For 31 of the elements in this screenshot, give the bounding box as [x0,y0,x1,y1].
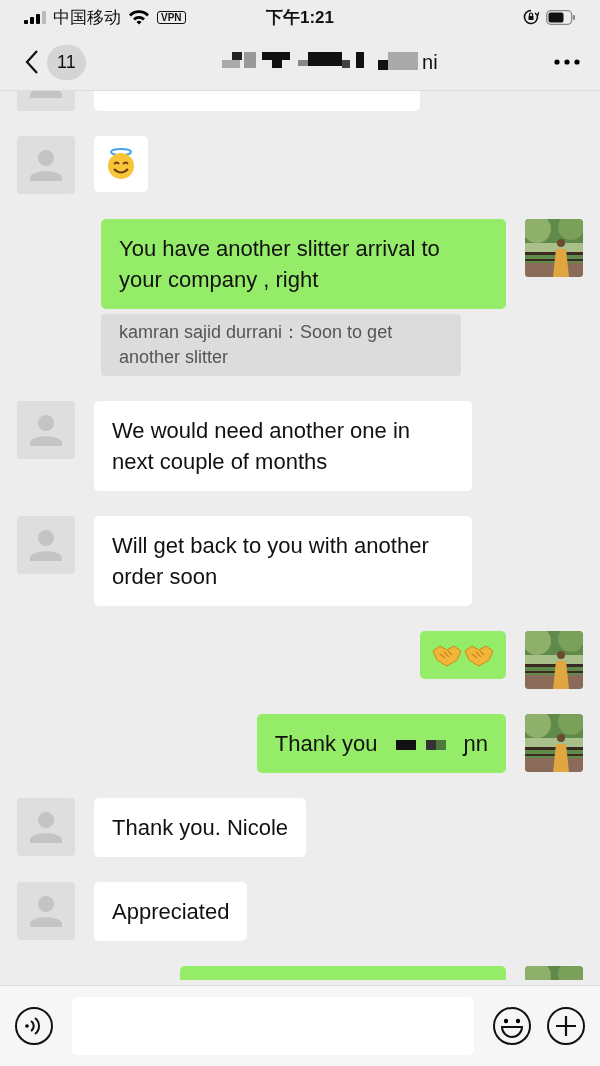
clock-time: 下午1:21 [266,6,334,29]
battery-icon [546,9,576,25]
rotation-lock-icon [523,9,539,25]
more-icon[interactable] [554,59,580,65]
message-bubble: We would need another one in next couple of months [94,401,472,491]
handshake-icon [432,643,462,667]
message-bubble: Will get back to you with another order soon [94,516,472,606]
avatar-placeholder-icon[interactable] [17,136,75,194]
message-bubble: You have another slitter arrival to your company , right [101,219,506,309]
emoji-icon[interactable] [492,1006,532,1046]
avatar-placeholder-icon[interactable] [17,401,75,459]
message-text: ɲn [463,730,488,758]
chat-title: ni [422,50,438,74]
plus-icon[interactable] [546,1006,586,1046]
avatar-placeholder-icon[interactable] [17,882,75,940]
signal-icon [24,10,46,24]
quoted-message: kamran sajid durrani：Soon to get another slitter [101,314,461,376]
carrier-name: 中国移动 [53,6,121,29]
message-bubble: Thank you. Nicole [94,798,307,857]
voice-icon[interactable] [14,1006,54,1046]
wifi-icon [128,9,150,25]
vpn-badge: VPN [157,10,186,24]
message-bubble: Appreciated [94,882,248,941]
unread-count-badge: 11 [47,44,86,80]
halo-smiley-icon [106,148,136,180]
back-icon[interactable] [25,49,39,75]
avatar-placeholder-icon[interactable] [17,798,75,856]
message-text: Thank you [274,730,378,758]
avatar-placeholder-icon[interactable] [17,516,75,574]
handshake-icon [464,643,494,667]
redaction-drawing [395,737,446,750]
